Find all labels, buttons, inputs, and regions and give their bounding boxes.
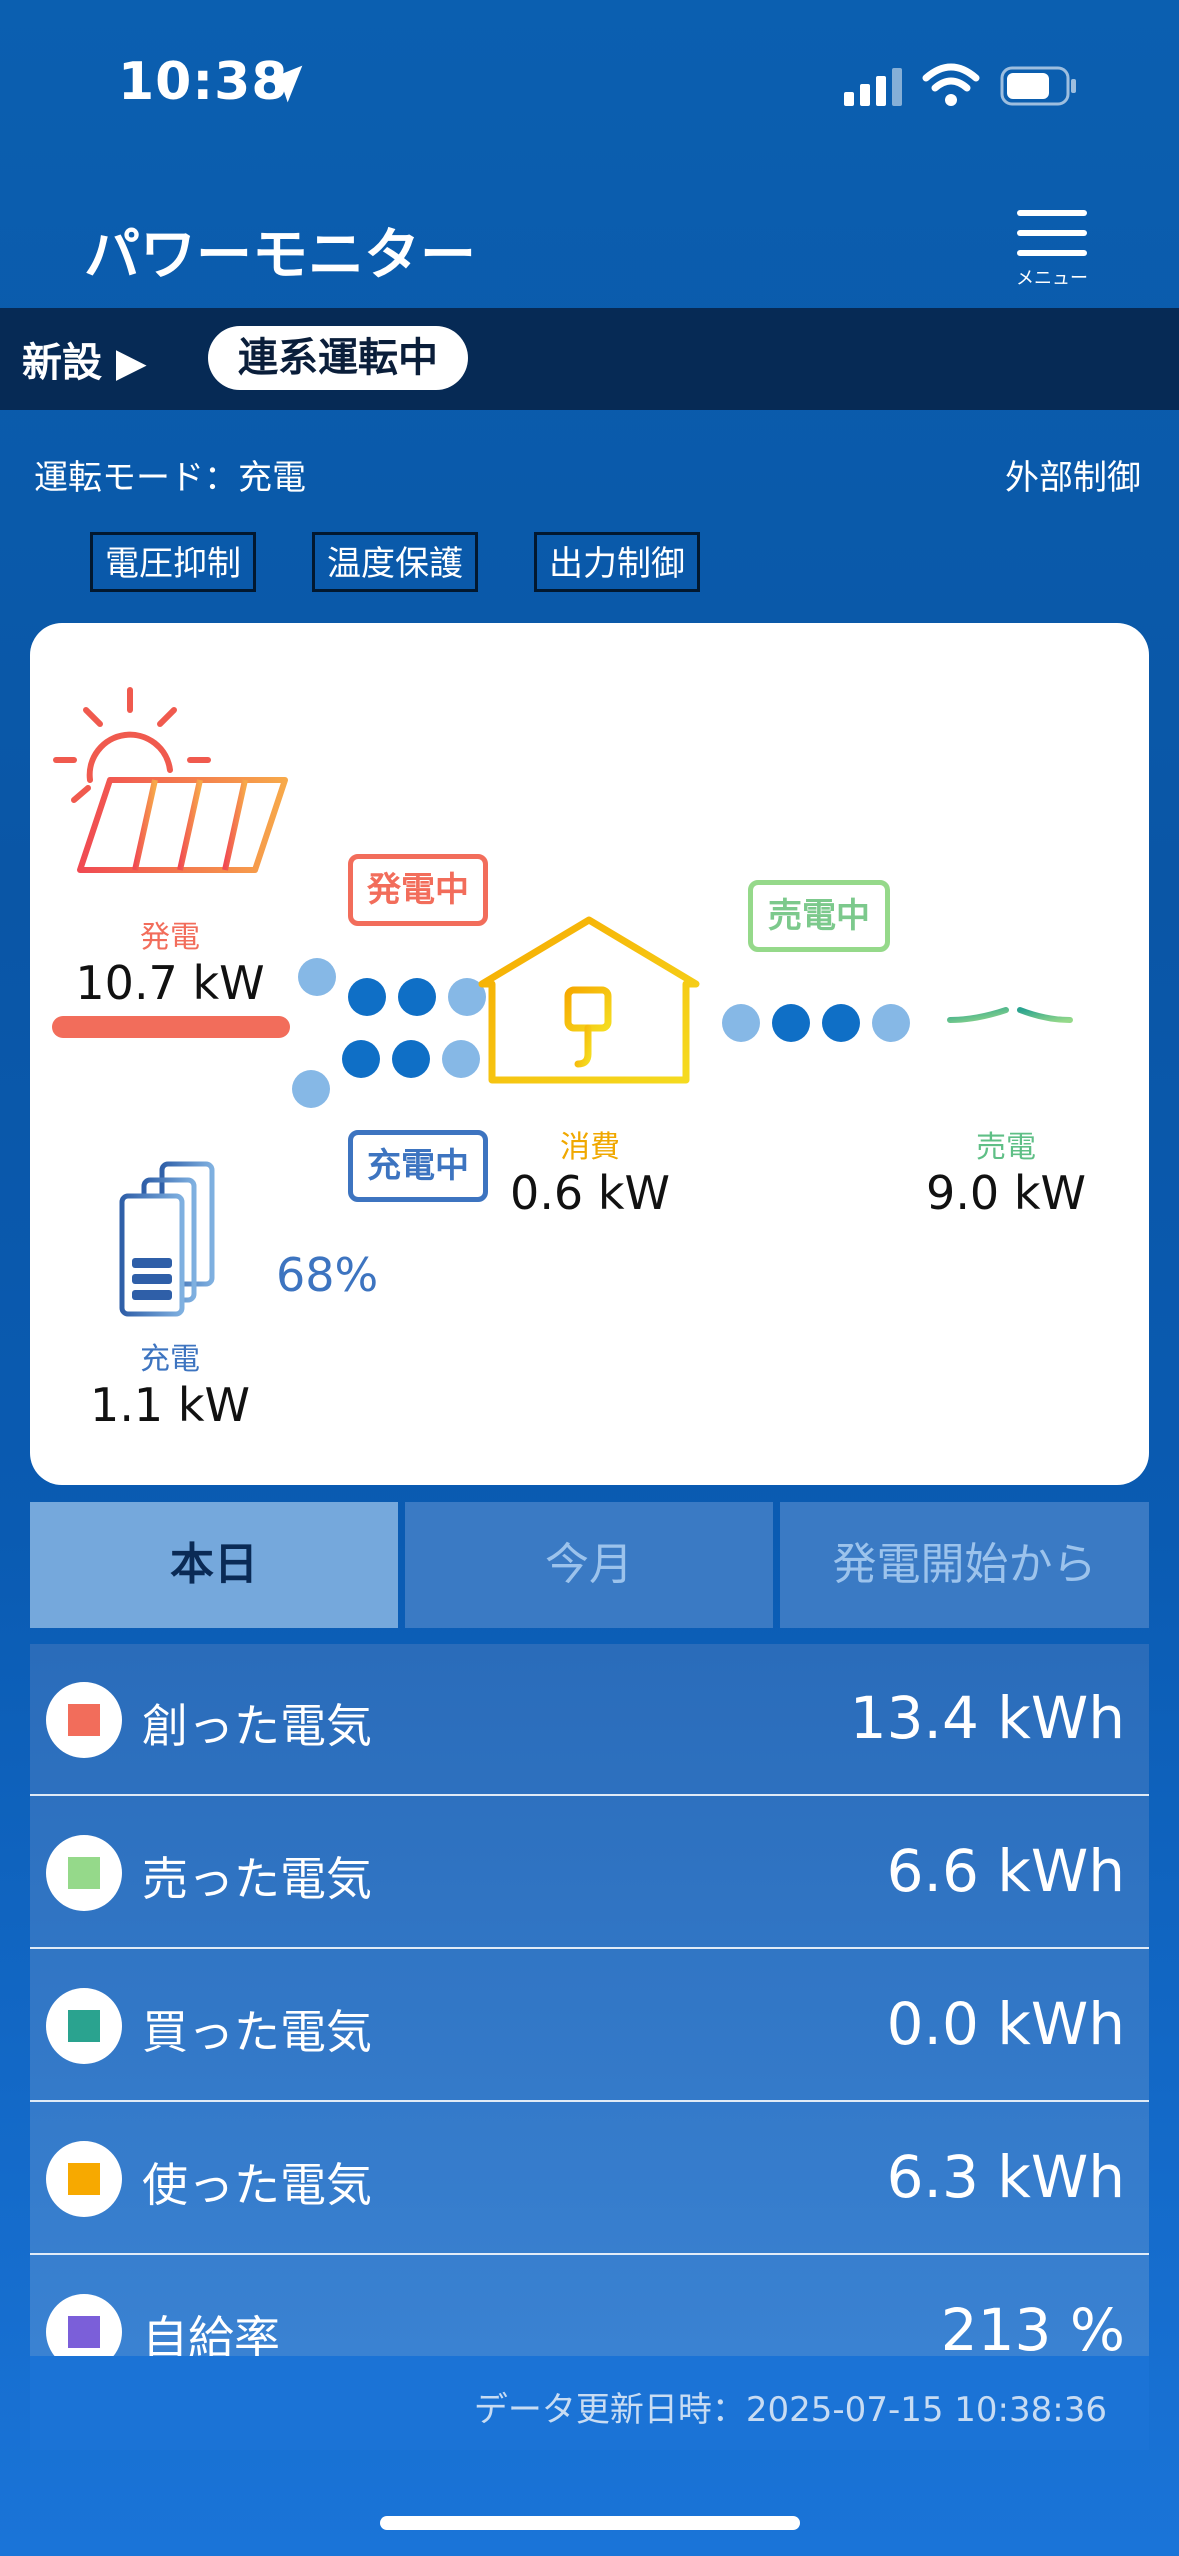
voltage-suppression-tag: 電圧抑制 — [90, 532, 256, 592]
menu-button[interactable]: メニュー — [1004, 210, 1100, 290]
row-value: 6.6 kWh — [886, 1837, 1125, 1905]
grid-state-badge: 連系運転中 — [208, 326, 468, 390]
output-control-tag: 出力制御 — [534, 532, 700, 592]
flow-dot — [822, 1004, 860, 1042]
battery-label: 充電 — [140, 1342, 200, 1377]
grid-label: 売電 — [976, 1130, 1036, 1165]
location-arrow-icon — [265, 65, 303, 103]
operation-mode: 運転モード：充電 — [34, 458, 306, 498]
consumption-value: 0.6 kW — [510, 1166, 670, 1220]
menu-label: メニュー — [1016, 268, 1088, 289]
list-item: 買った電気 0.0 kWh — [30, 1950, 1149, 2102]
flow-dot — [872, 1004, 910, 1042]
utility-pole-icon — [939, 903, 1073, 1093]
row-value: 13.4 kWh — [849, 1684, 1125, 1752]
tab-since-start[interactable]: 発電開始から — [780, 1502, 1149, 1628]
row-value: 0.0 kWh — [886, 1990, 1125, 2058]
page-title: パワーモニター — [84, 223, 476, 288]
flow-dot — [398, 978, 436, 1016]
list-item: 自給率 213 % — [30, 2256, 1149, 2356]
solar-level-bar — [52, 1016, 290, 1038]
flow-dot — [292, 1070, 330, 1108]
row-label: 買った電気 — [142, 2005, 372, 2059]
grid-value: 9.0 kW — [926, 1166, 1086, 1220]
flow-dot — [342, 1040, 380, 1078]
color-swatch — [68, 1704, 100, 1736]
row-label: 自給率 — [142, 2311, 280, 2356]
solar-label: 発電 — [140, 920, 200, 955]
house-icon — [478, 916, 700, 1084]
cellular-signal-icon — [844, 68, 902, 106]
battery-icon — [1000, 66, 1076, 106]
flow-dot — [298, 958, 336, 996]
flow-dot — [392, 1040, 430, 1078]
battery-percent: 68% — [276, 1248, 379, 1302]
temperature-protection-tag: 温度保護 — [312, 532, 478, 592]
list-item: 創った電気 13.4 kWh — [30, 1644, 1149, 1796]
solar-value: 10.7 kW — [75, 956, 265, 1010]
new-install-label: 新設 ▶ — [22, 340, 147, 386]
color-swatch — [68, 2316, 100, 2348]
row-value: 6.3 kWh — [886, 2143, 1125, 2211]
list-item: 売った電気 6.6 kWh — [30, 1797, 1149, 1949]
color-swatch — [68, 1857, 100, 1889]
row-label: 売った電気 — [142, 1852, 372, 1906]
solar-panel-icon — [53, 687, 288, 895]
flow-dot — [772, 1004, 810, 1042]
consumption-label: 消費 — [560, 1130, 620, 1165]
flow-dot — [442, 1040, 480, 1078]
generating-status: 発電中 — [348, 854, 488, 926]
flow-dot — [722, 1004, 760, 1042]
charging-status: 充電中 — [348, 1130, 488, 1202]
battery-storage-icon — [119, 1161, 215, 1317]
row-label: 創った電気 — [142, 1699, 372, 1753]
row-label: 使った電気 — [142, 2158, 372, 2212]
tab-today[interactable]: 本日 — [30, 1502, 398, 1628]
selling-status: 売電中 — [748, 880, 890, 952]
color-swatch — [68, 2163, 100, 2195]
tab-month[interactable]: 今月 — [405, 1502, 773, 1628]
color-swatch — [68, 2010, 100, 2042]
battery-value: 1.1 kW — [90, 1378, 250, 1432]
wifi-icon — [922, 63, 980, 106]
status-strip — [0, 308, 1179, 410]
list-item: 使った電気 6.3 kWh — [30, 2103, 1149, 2255]
flow-dot — [348, 978, 386, 1016]
home-indicator[interactable] — [380, 2516, 800, 2530]
external-control-label: 外部制御 — [1005, 458, 1141, 498]
energy-summary-list[interactable]: 創った電気 13.4 kWh 売った電気 6.6 kWh 買った電気 0.0 k… — [30, 1644, 1149, 2356]
last-updated: データ更新日時：2025-07-15 10:38:36 — [473, 2390, 1107, 2430]
row-value: 213 % — [940, 2296, 1125, 2356]
